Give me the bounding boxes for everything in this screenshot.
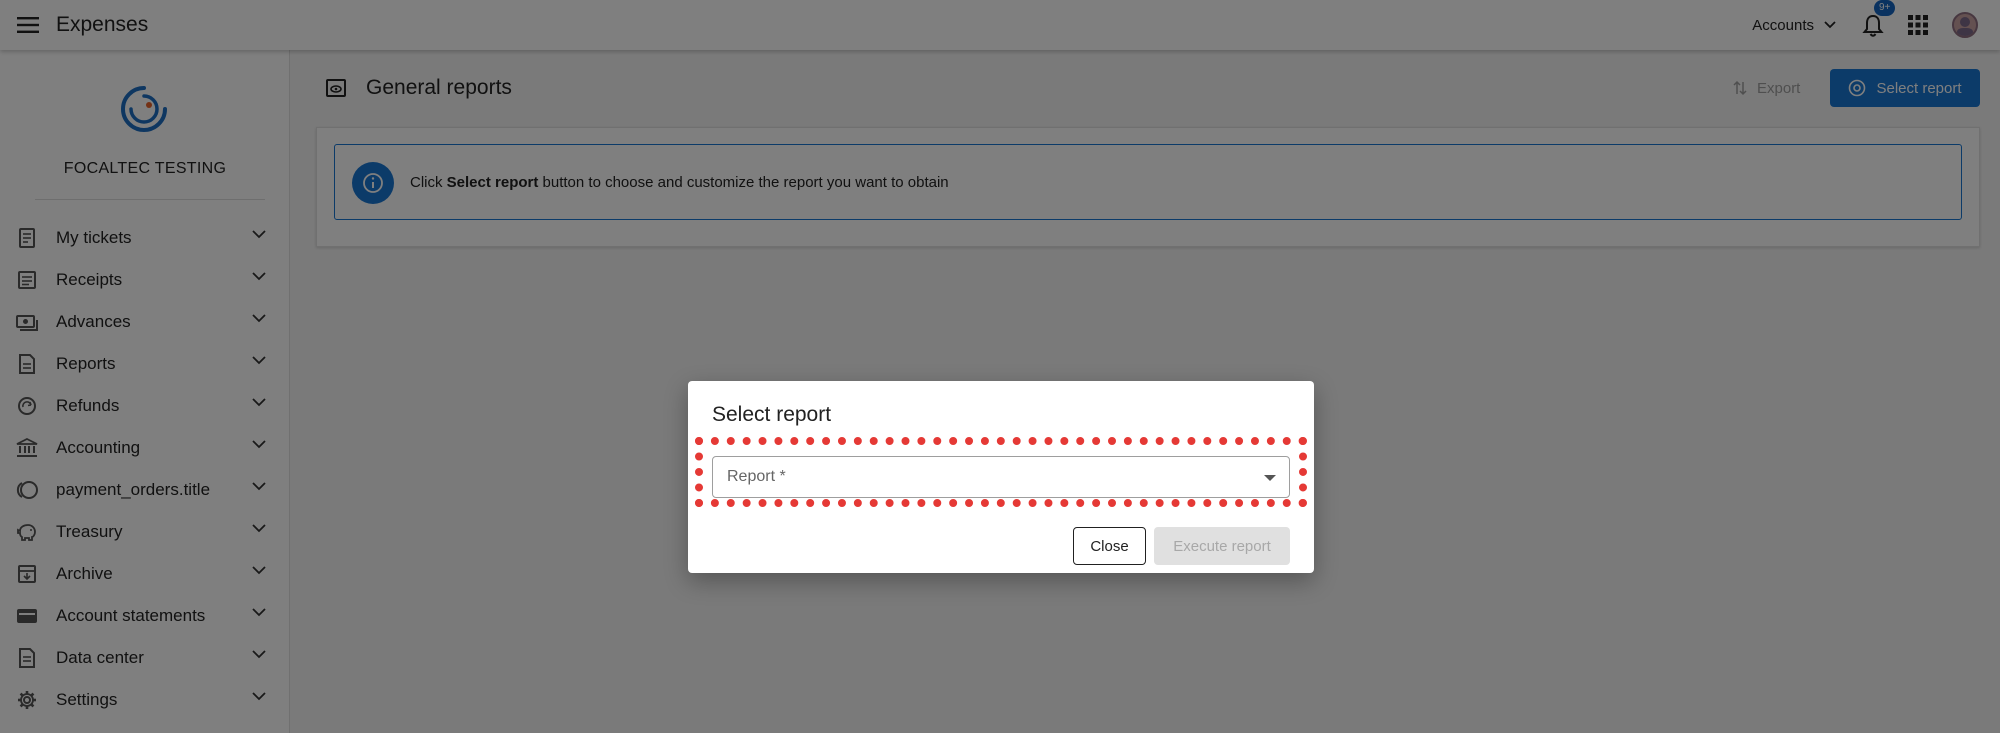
execute-report-button[interactable]: Execute report [1154, 527, 1290, 565]
select-report-dialog: Select report Report * Close Execute rep… [688, 381, 1314, 573]
highlight-annotation [695, 437, 1307, 507]
modal-backdrop[interactable] [0, 0, 2000, 733]
dialog-title: Select report [712, 403, 832, 426]
close-button[interactable]: Close [1073, 527, 1146, 565]
